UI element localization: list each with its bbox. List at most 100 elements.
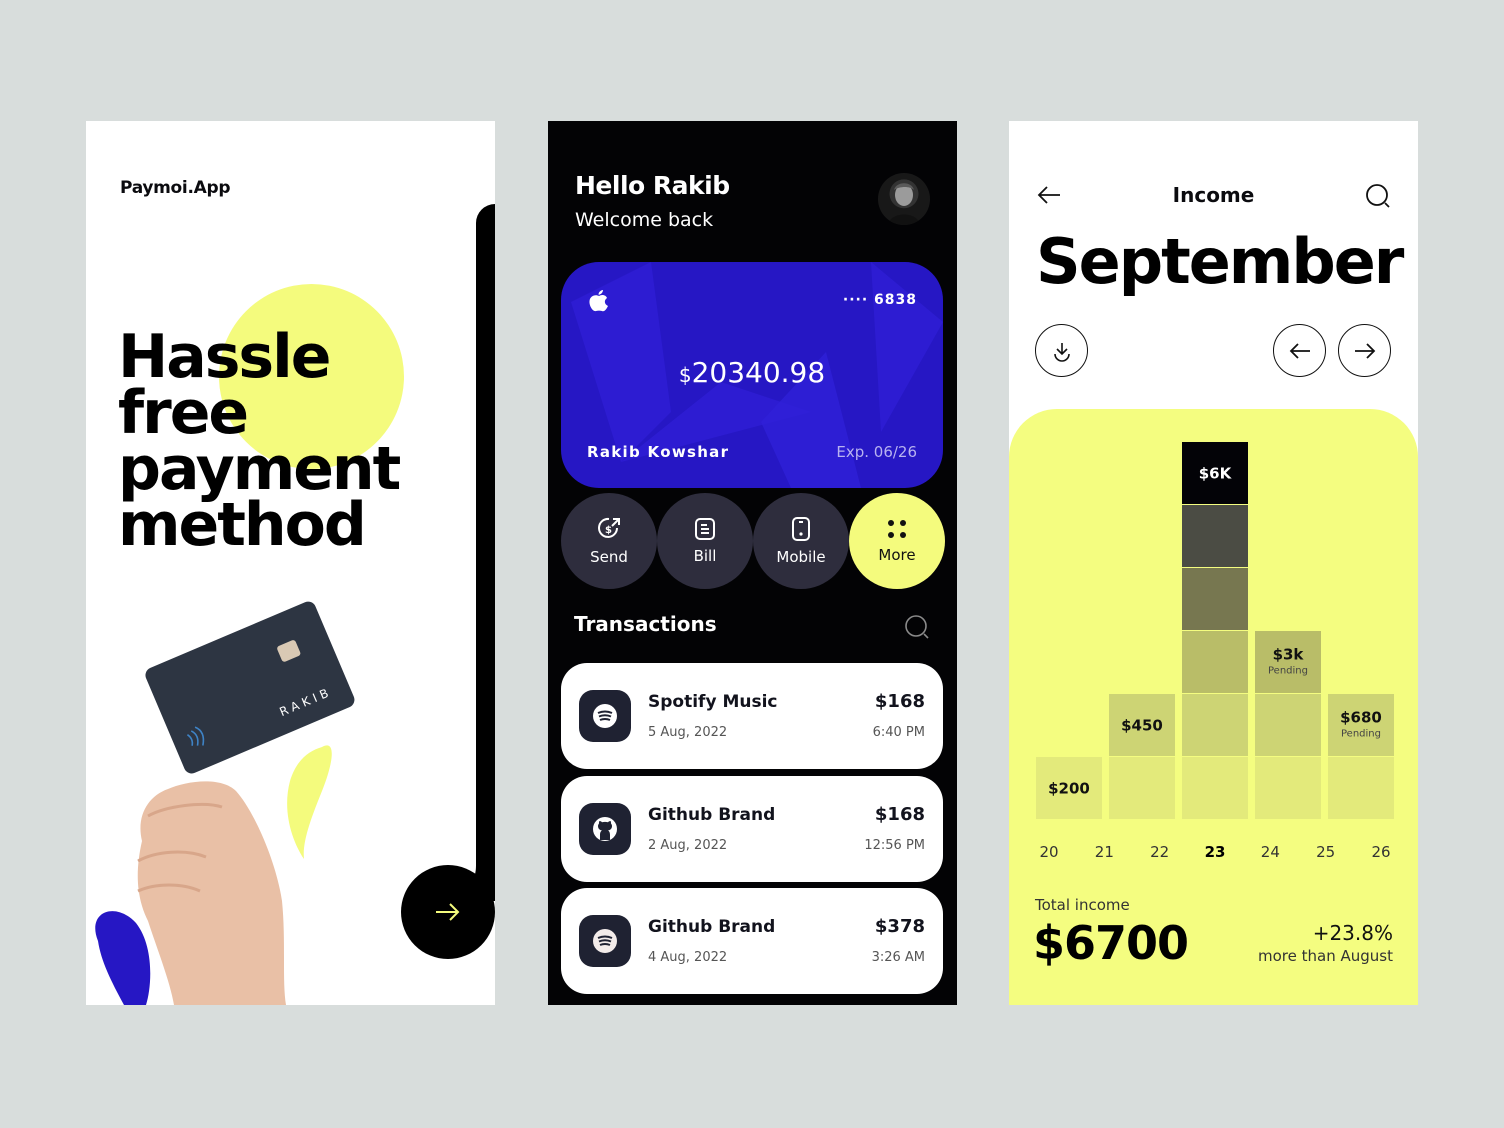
x-tick-label[interactable]: 23 <box>1205 843 1226 861</box>
total-income-value: $6700 <box>1033 916 1189 970</box>
arrow-right-icon <box>1354 342 1375 359</box>
transaction-date: 4 Aug, 2022 <box>648 950 728 965</box>
send-label: Send <box>590 548 628 566</box>
bar-status-label: Pending <box>1268 666 1308 677</box>
bar-cell <box>1109 757 1175 819</box>
x-tick-label[interactable]: 25 <box>1316 843 1335 861</box>
avatar[interactable] <box>878 173 930 225</box>
arrow-left-icon <box>1289 342 1310 359</box>
next-month-button[interactable] <box>1338 324 1391 377</box>
transaction-time: 12:56 PM <box>864 838 925 853</box>
bar-value-label: $200 <box>1048 780 1090 798</box>
transaction-amount: $168 <box>874 804 925 825</box>
x-tick-label[interactable]: 26 <box>1371 843 1390 861</box>
transaction-name: Github Brand <box>648 917 776 937</box>
svg-text:$: $ <box>605 525 612 536</box>
bar-cell <box>1182 757 1248 819</box>
mobile-icon <box>792 517 810 541</box>
income-chart-panel: $200 $450 $6K $3k Pending $680 Pending 20 21 22 23… <box>1009 409 1418 1005</box>
decor-blob-yellow <box>287 745 332 859</box>
transaction-item[interactable]: Spotify Music 5 Aug, 2022 $168 6:40 PM <box>561 663 943 769</box>
quick-actions: $ Send Bill Mobile More <box>561 493 945 589</box>
download-button[interactable] <box>1035 324 1088 377</box>
welcome-subtitle: Welcome back <box>575 209 714 231</box>
send-button[interactable]: $ Send <box>561 493 657 589</box>
avatar-photo <box>888 183 920 225</box>
headline-line: Hassle <box>118 322 331 392</box>
transaction-item[interactable]: Github Brand 2 Aug, 2022 $168 12:56 PM <box>561 776 943 882</box>
month-title: September <box>1036 225 1404 298</box>
card-number: ···· 6838 <box>842 292 917 308</box>
hand-holding-card-image: RAKIB <box>95 601 355 1005</box>
transaction-amount: $168 <box>874 691 925 712</box>
next-button[interactable] <box>401 865 495 959</box>
prev-month-button[interactable] <box>1273 324 1326 377</box>
page-title: Income <box>1172 183 1255 207</box>
github-icon <box>579 803 631 855</box>
download-icon <box>1053 342 1070 362</box>
headline-line: method <box>118 490 367 560</box>
income-bar-chart: $200 $450 $6K $3k Pending $680 Pending 20 21 22 23… <box>1036 442 1394 861</box>
decor-blob-blue <box>95 911 151 1005</box>
onboarding-screen: Paymoi.App Hassle free payment method RA… <box>86 121 495 1005</box>
total-income-label: Total income <box>1035 896 1130 914</box>
bar-value-label: $680 <box>1340 709 1382 727</box>
currency-symbol: $ <box>678 363 692 387</box>
more-button[interactable]: More <box>849 493 945 589</box>
x-tick-label[interactable]: 22 <box>1150 843 1169 861</box>
bill-icon <box>695 518 715 540</box>
mobile-button[interactable]: Mobile <box>753 493 849 589</box>
bar-status-label: Pending <box>1341 729 1381 740</box>
transaction-time: 3:26 AM <box>871 950 925 965</box>
bar-cell <box>1182 631 1248 693</box>
transaction-amount: $378 <box>874 916 925 937</box>
headline-line: free <box>118 378 249 448</box>
transaction-name: Spotify Music <box>648 692 778 712</box>
bar-cell <box>1255 694 1321 756</box>
bar-cell <box>1255 757 1321 819</box>
spotify-icon <box>579 915 631 967</box>
balance-value: 20340.98 <box>691 356 826 389</box>
card-holder: Rakib Kowshar <box>587 443 730 461</box>
search-icon[interactable] <box>904 614 930 640</box>
home-screen: Hello Rakib Welcome back ···· 6838 $2034… <box>548 121 957 1005</box>
bar-value-label: $450 <box>1121 717 1163 735</box>
card-expiry: Exp. 06/26 <box>836 443 917 461</box>
bar-cell <box>1182 568 1248 630</box>
spotify-icon <box>579 690 631 742</box>
bar-cell <box>1182 694 1248 756</box>
income-delta-caption: more than August <box>1258 947 1393 965</box>
headline-line: payment <box>118 434 401 504</box>
transaction-date: 5 Aug, 2022 <box>648 725 728 740</box>
greeting: Hello Rakib <box>575 171 730 200</box>
bar-value-label: $6K <box>1199 465 1233 483</box>
brand-logo: Paymoi.App <box>120 178 231 198</box>
transaction-time: 6:40 PM <box>872 725 925 740</box>
bar-cell <box>1328 757 1394 819</box>
transaction-name: Github Brand <box>648 805 776 825</box>
mobile-label: Mobile <box>776 548 826 566</box>
bank-card[interactable]: ···· 6838 $20340.98 Rakib Kowshar Exp. 0… <box>561 262 943 488</box>
income-screen: Income September $200 $450 $6K $3k Pending $6… <box>1009 121 1418 1005</box>
search-icon[interactable] <box>1365 183 1391 209</box>
bar-cell <box>1182 505 1248 567</box>
more-label: More <box>878 546 916 564</box>
arrow-right-icon <box>436 903 460 921</box>
income-delta: +23.8% <box>1312 921 1393 945</box>
bar-value-label: $3k <box>1273 646 1305 664</box>
hand <box>137 781 286 1005</box>
send-money-icon: $ <box>598 517 620 538</box>
transaction-date: 2 Aug, 2022 <box>648 838 728 853</box>
apple-icon <box>589 290 608 312</box>
card-balance: $20340.98 <box>561 356 943 389</box>
more-grid-icon <box>888 520 906 538</box>
x-tick-label[interactable]: 24 <box>1261 843 1280 861</box>
x-tick-label[interactable]: 20 <box>1039 843 1058 861</box>
x-tick-label[interactable]: 21 <box>1095 843 1114 861</box>
transactions-title: Transactions <box>574 612 717 636</box>
bill-button[interactable]: Bill <box>657 493 753 589</box>
decor-rail <box>476 204 495 894</box>
bill-label: Bill <box>693 547 717 565</box>
headline: Hassle free payment method <box>118 322 401 560</box>
transaction-item[interactable]: Github Brand 4 Aug, 2022 $378 3:26 AM <box>561 888 943 994</box>
